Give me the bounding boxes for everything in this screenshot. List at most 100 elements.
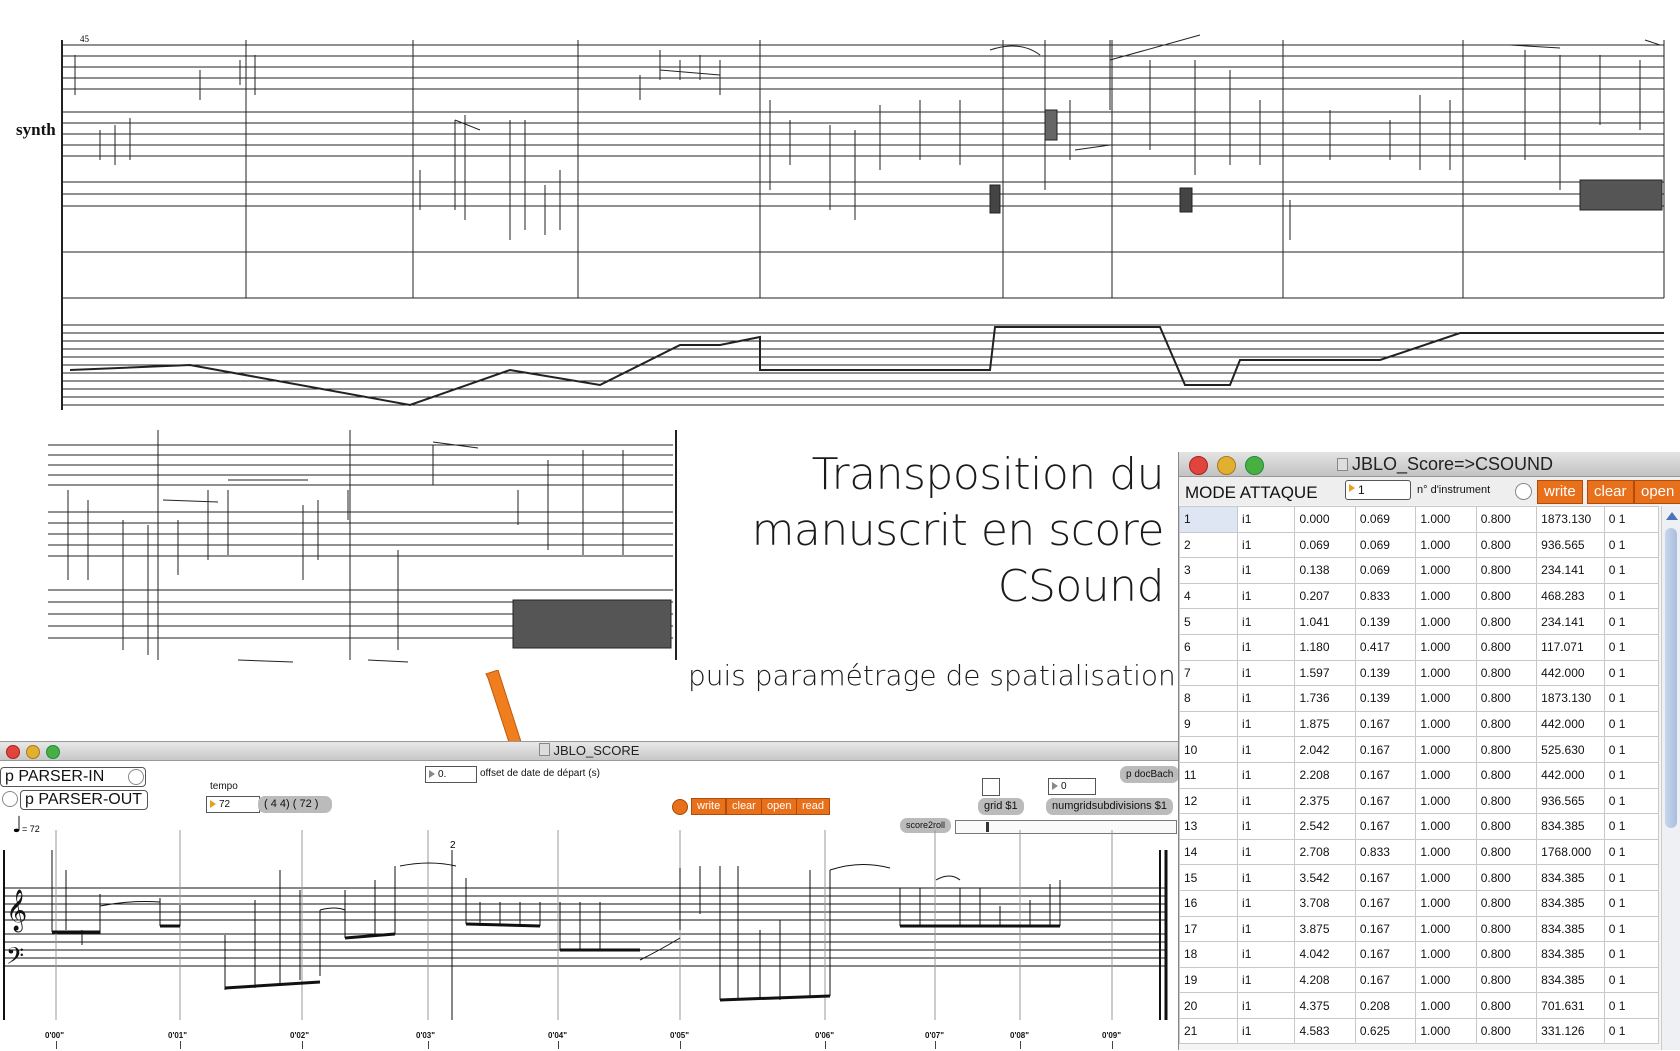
table-cell[interactable]: 0.167: [1354, 787, 1417, 815]
table-cell[interactable]: 19: [1178, 966, 1239, 994]
table-cell[interactable]: i1: [1237, 992, 1296, 1019]
table-cell[interactable]: 14: [1178, 838, 1239, 866]
table-cell[interactable]: 0.800: [1475, 941, 1538, 968]
table-cell[interactable]: i1: [1237, 736, 1296, 763]
table-cell[interactable]: 0.208: [1354, 992, 1417, 1019]
table-cell[interactable]: 1.000: [1415, 710, 1477, 738]
table-cell[interactable]: 20: [1178, 992, 1239, 1019]
table-cell[interactable]: 1.000: [1415, 966, 1477, 994]
table-cell[interactable]: 18: [1178, 941, 1239, 968]
table-cell[interactable]: 0.139: [1354, 685, 1417, 712]
table-cell[interactable]: 0.167: [1354, 710, 1417, 738]
table-cell[interactable]: 0 1: [1603, 838, 1660, 866]
table-cell[interactable]: 4.583: [1294, 1017, 1356, 1045]
table-cell[interactable]: 1.000: [1415, 557, 1477, 584]
grid-toggle[interactable]: [982, 778, 1000, 796]
table-cell[interactable]: 1.000: [1415, 787, 1477, 815]
table-cell[interactable]: 2.208: [1294, 761, 1356, 789]
table-cell[interactable]: i1: [1237, 787, 1296, 815]
table-cell[interactable]: 0 1: [1603, 685, 1660, 712]
table-cell[interactable]: 1: [1178, 506, 1239, 533]
table-cell[interactable]: 4: [1178, 582, 1239, 610]
table-cell[interactable]: 1.000: [1415, 531, 1477, 559]
table-cell[interactable]: 0.167: [1354, 813, 1417, 840]
table-cell[interactable]: 0.800: [1475, 966, 1538, 994]
table-cell[interactable]: 1.000: [1415, 761, 1477, 789]
table-cell[interactable]: 834.385: [1536, 941, 1605, 968]
table-cell[interactable]: i1: [1237, 761, 1296, 789]
table-cell[interactable]: 834.385: [1536, 966, 1605, 994]
clear-button[interactable]: clear: [1587, 480, 1634, 504]
table-cell[interactable]: 1.000: [1415, 915, 1477, 943]
table-cell[interactable]: 0.800: [1475, 557, 1538, 584]
table-cell[interactable]: 0.167: [1354, 966, 1417, 994]
table-row[interactable]: 2 i1 0.069 0.069 1.000 0.800 936.565 0 1: [1178, 531, 1660, 559]
table-cell[interactable]: i1: [1237, 608, 1296, 635]
table-cell[interactable]: 1.000: [1415, 582, 1477, 610]
table-cell[interactable]: 1.000: [1415, 736, 1477, 763]
table-cell[interactable]: 4.375: [1294, 992, 1356, 1019]
table-cell[interactable]: 0.800: [1475, 761, 1538, 789]
table-cell[interactable]: 0.069: [1354, 531, 1417, 559]
table-cell[interactable]: 0 1: [1603, 506, 1660, 533]
table-row[interactable]: 7 i1 1.597 0.139 1.000 0.800 442.000 0 1: [1178, 659, 1660, 687]
table-cell[interactable]: 0.625: [1354, 1017, 1417, 1045]
table-cell[interactable]: 0.800: [1475, 659, 1538, 687]
table-row[interactable]: 3 i1 0.138 0.069 1.000 0.800 234.141 0 1: [1178, 557, 1660, 584]
table-row[interactable]: 15 i1 3.542 0.167 1.000 0.800 834.385 0 1: [1178, 864, 1660, 891]
parser-in-outlet[interactable]: [128, 769, 144, 785]
table-cell[interactable]: 0 1: [1603, 557, 1660, 584]
table-cell[interactable]: 0.138: [1294, 557, 1356, 584]
table-cell[interactable]: 0.800: [1475, 992, 1538, 1019]
table-cell[interactable]: 0.800: [1475, 633, 1538, 661]
table-cell[interactable]: 0.139: [1354, 608, 1417, 635]
table-cell[interactable]: i1: [1237, 557, 1296, 584]
table-cell[interactable]: 0 1: [1603, 633, 1660, 661]
table-row[interactable]: 16 i1 3.708 0.167 1.000 0.800 834.385 0 1: [1178, 889, 1660, 917]
instrument-number-box[interactable]: 1: [1345, 480, 1411, 500]
table-cell[interactable]: i1: [1237, 531, 1296, 559]
table-cell[interactable]: i1: [1237, 813, 1296, 840]
table-cell[interactable]: 525.630: [1536, 736, 1605, 763]
table-cell[interactable]: 1.000: [1415, 659, 1477, 687]
parser-in-object[interactable]: p PARSER-IN: [0, 767, 146, 787]
bach-roll-score[interactable]: 𝄞 𝄢 ♩ = 72 2: [0, 810, 1178, 1036]
table-cell[interactable]: 2: [1178, 531, 1239, 559]
table-cell[interactable]: 0.167: [1354, 915, 1417, 943]
table-cell[interactable]: i1: [1237, 685, 1296, 712]
table-cell[interactable]: 3.708: [1294, 889, 1356, 917]
table-cell[interactable]: 10: [1178, 736, 1239, 763]
table-row[interactable]: 18 i1 4.042 0.167 1.000 0.800 834.385 0 1: [1178, 941, 1660, 968]
table-cell[interactable]: 834.385: [1536, 864, 1605, 891]
table-cell[interactable]: 2.542: [1294, 813, 1356, 840]
table-cell[interactable]: 0.800: [1475, 813, 1538, 840]
table-cell[interactable]: 0.800: [1475, 608, 1538, 635]
table-cell[interactable]: 0 1: [1603, 941, 1660, 968]
table-cell[interactable]: 1.000: [1415, 685, 1477, 712]
table-row[interactable]: 5 i1 1.041 0.139 1.000 0.800 234.141 0 1: [1178, 608, 1660, 635]
table-cell[interactable]: 4.208: [1294, 966, 1356, 994]
scroll-thumb[interactable]: [1665, 528, 1677, 828]
table-cell[interactable]: 6: [1178, 633, 1239, 661]
table-cell[interactable]: 1.000: [1415, 889, 1477, 917]
table-cell[interactable]: 0.800: [1475, 736, 1538, 763]
table-cell[interactable]: 2.042: [1294, 736, 1356, 763]
table-cell[interactable]: 0 1: [1603, 761, 1660, 789]
table-cell[interactable]: 1.000: [1415, 941, 1477, 968]
bang-button[interactable]: [1515, 483, 1532, 500]
table-cell[interactable]: 0.167: [1354, 941, 1417, 968]
table-cell[interactable]: 3.875: [1294, 915, 1356, 943]
table-cell[interactable]: i1: [1237, 659, 1296, 687]
table-cell[interactable]: 0.800: [1475, 838, 1538, 866]
table-cell[interactable]: 0.167: [1354, 736, 1417, 763]
table-cell[interactable]: i1: [1237, 1017, 1296, 1045]
table-cell[interactable]: i1: [1237, 966, 1296, 994]
table-cell[interactable]: 1.597: [1294, 659, 1356, 687]
table-cell[interactable]: 0.800: [1475, 889, 1538, 917]
table-cell[interactable]: 0.800: [1475, 710, 1538, 738]
table-cell[interactable]: 442.000: [1536, 659, 1605, 687]
table-cell[interactable]: 1873.130: [1536, 685, 1605, 712]
table-cell[interactable]: 1873.130: [1536, 506, 1605, 533]
table-cell[interactable]: 0.207: [1294, 582, 1356, 610]
table-cell[interactable]: 1.000: [1415, 992, 1477, 1019]
